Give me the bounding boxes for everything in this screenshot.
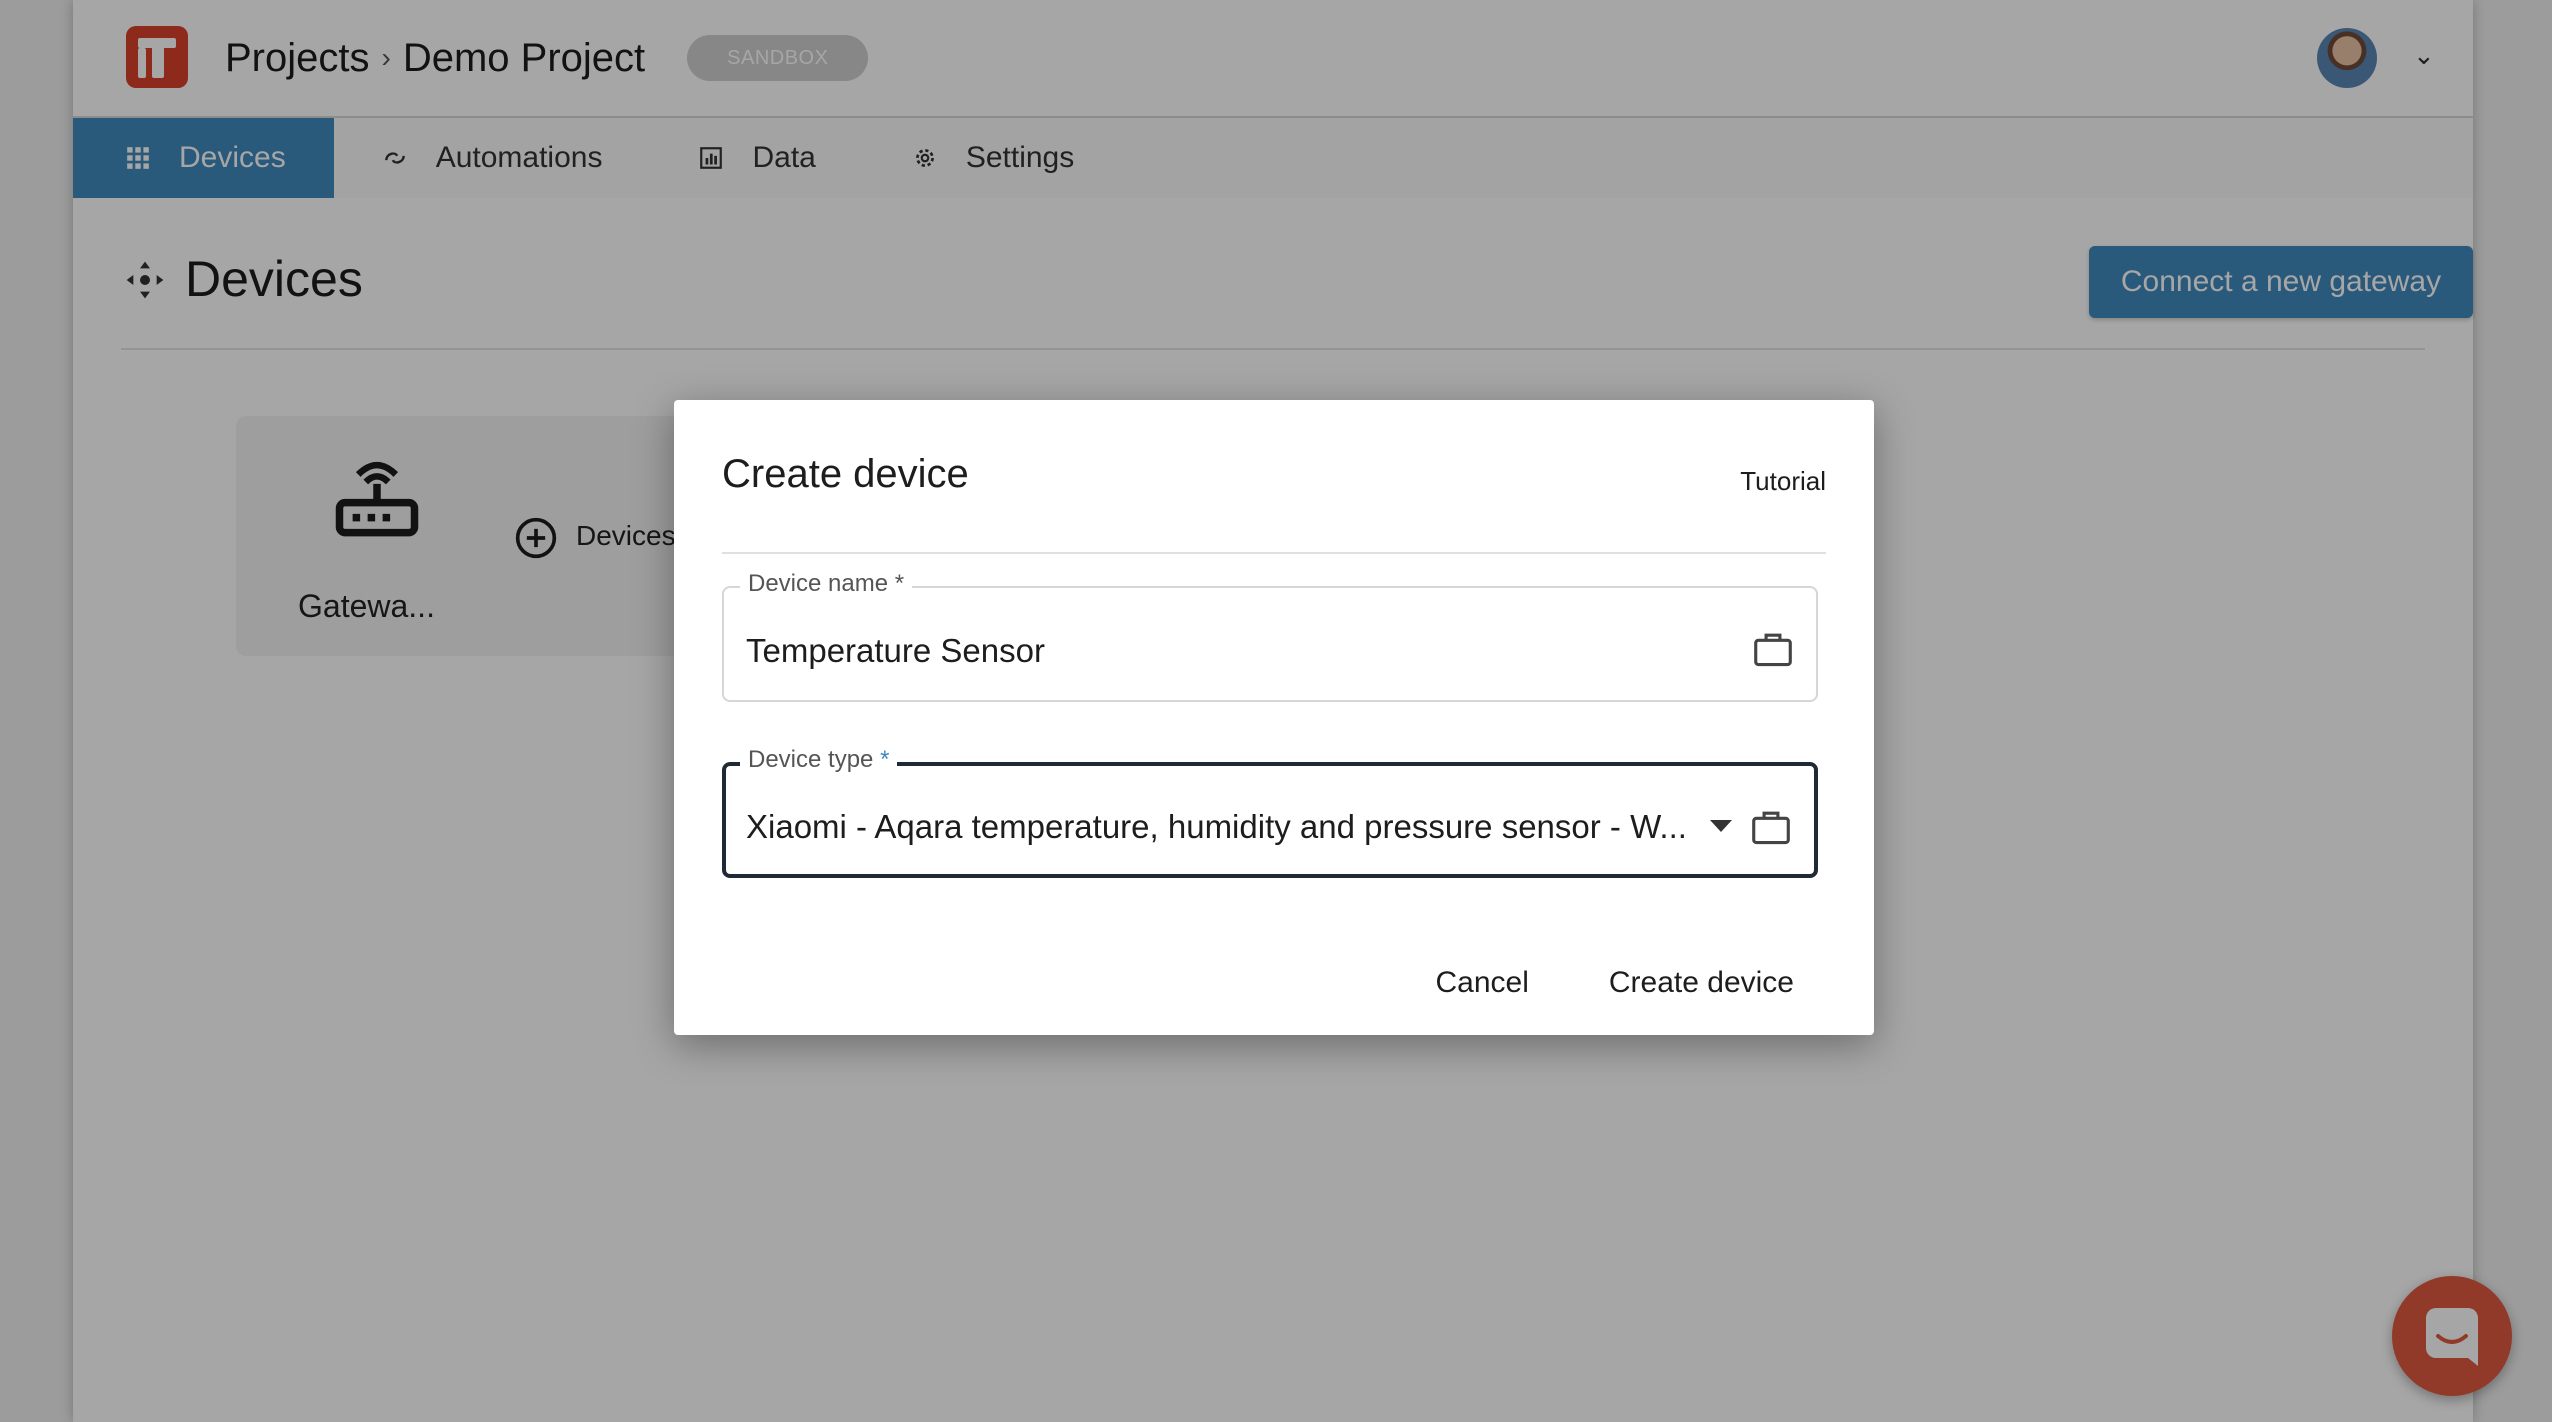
device-type-label: Device type * bbox=[740, 746, 898, 774]
tutorial-link[interactable]: Tutorial bbox=[1740, 466, 1826, 497]
dialog-divider bbox=[722, 552, 1826, 554]
briefcase-icon[interactable] bbox=[1750, 808, 1792, 846]
create-device-button[interactable]: Create device bbox=[1609, 966, 1794, 1000]
device-type-select[interactable]: Device type * Xiaomi - Aqara temperature… bbox=[722, 746, 1818, 878]
required-marker: * bbox=[880, 746, 890, 773]
dropdown-arrow-icon[interactable] bbox=[1710, 820, 1732, 832]
briefcase-icon[interactable] bbox=[1752, 630, 1794, 668]
device-type-value[interactable]: Xiaomi - Aqara temperature, humidity and… bbox=[746, 808, 1687, 846]
device-name-field[interactable]: Device name * Temperature Sensor bbox=[722, 570, 1818, 702]
dialog-actions: Cancel Create device bbox=[1436, 966, 1795, 1000]
required-marker: * bbox=[894, 570, 905, 597]
cancel-button[interactable]: Cancel bbox=[1436, 966, 1529, 1000]
device-name-input[interactable]: Temperature Sensor bbox=[746, 632, 1045, 670]
dialog-title: Create device bbox=[722, 452, 969, 496]
device-name-label: Device name * bbox=[740, 570, 913, 598]
create-device-dialog: Create device Tutorial Device name * Tem… bbox=[674, 400, 1874, 1035]
